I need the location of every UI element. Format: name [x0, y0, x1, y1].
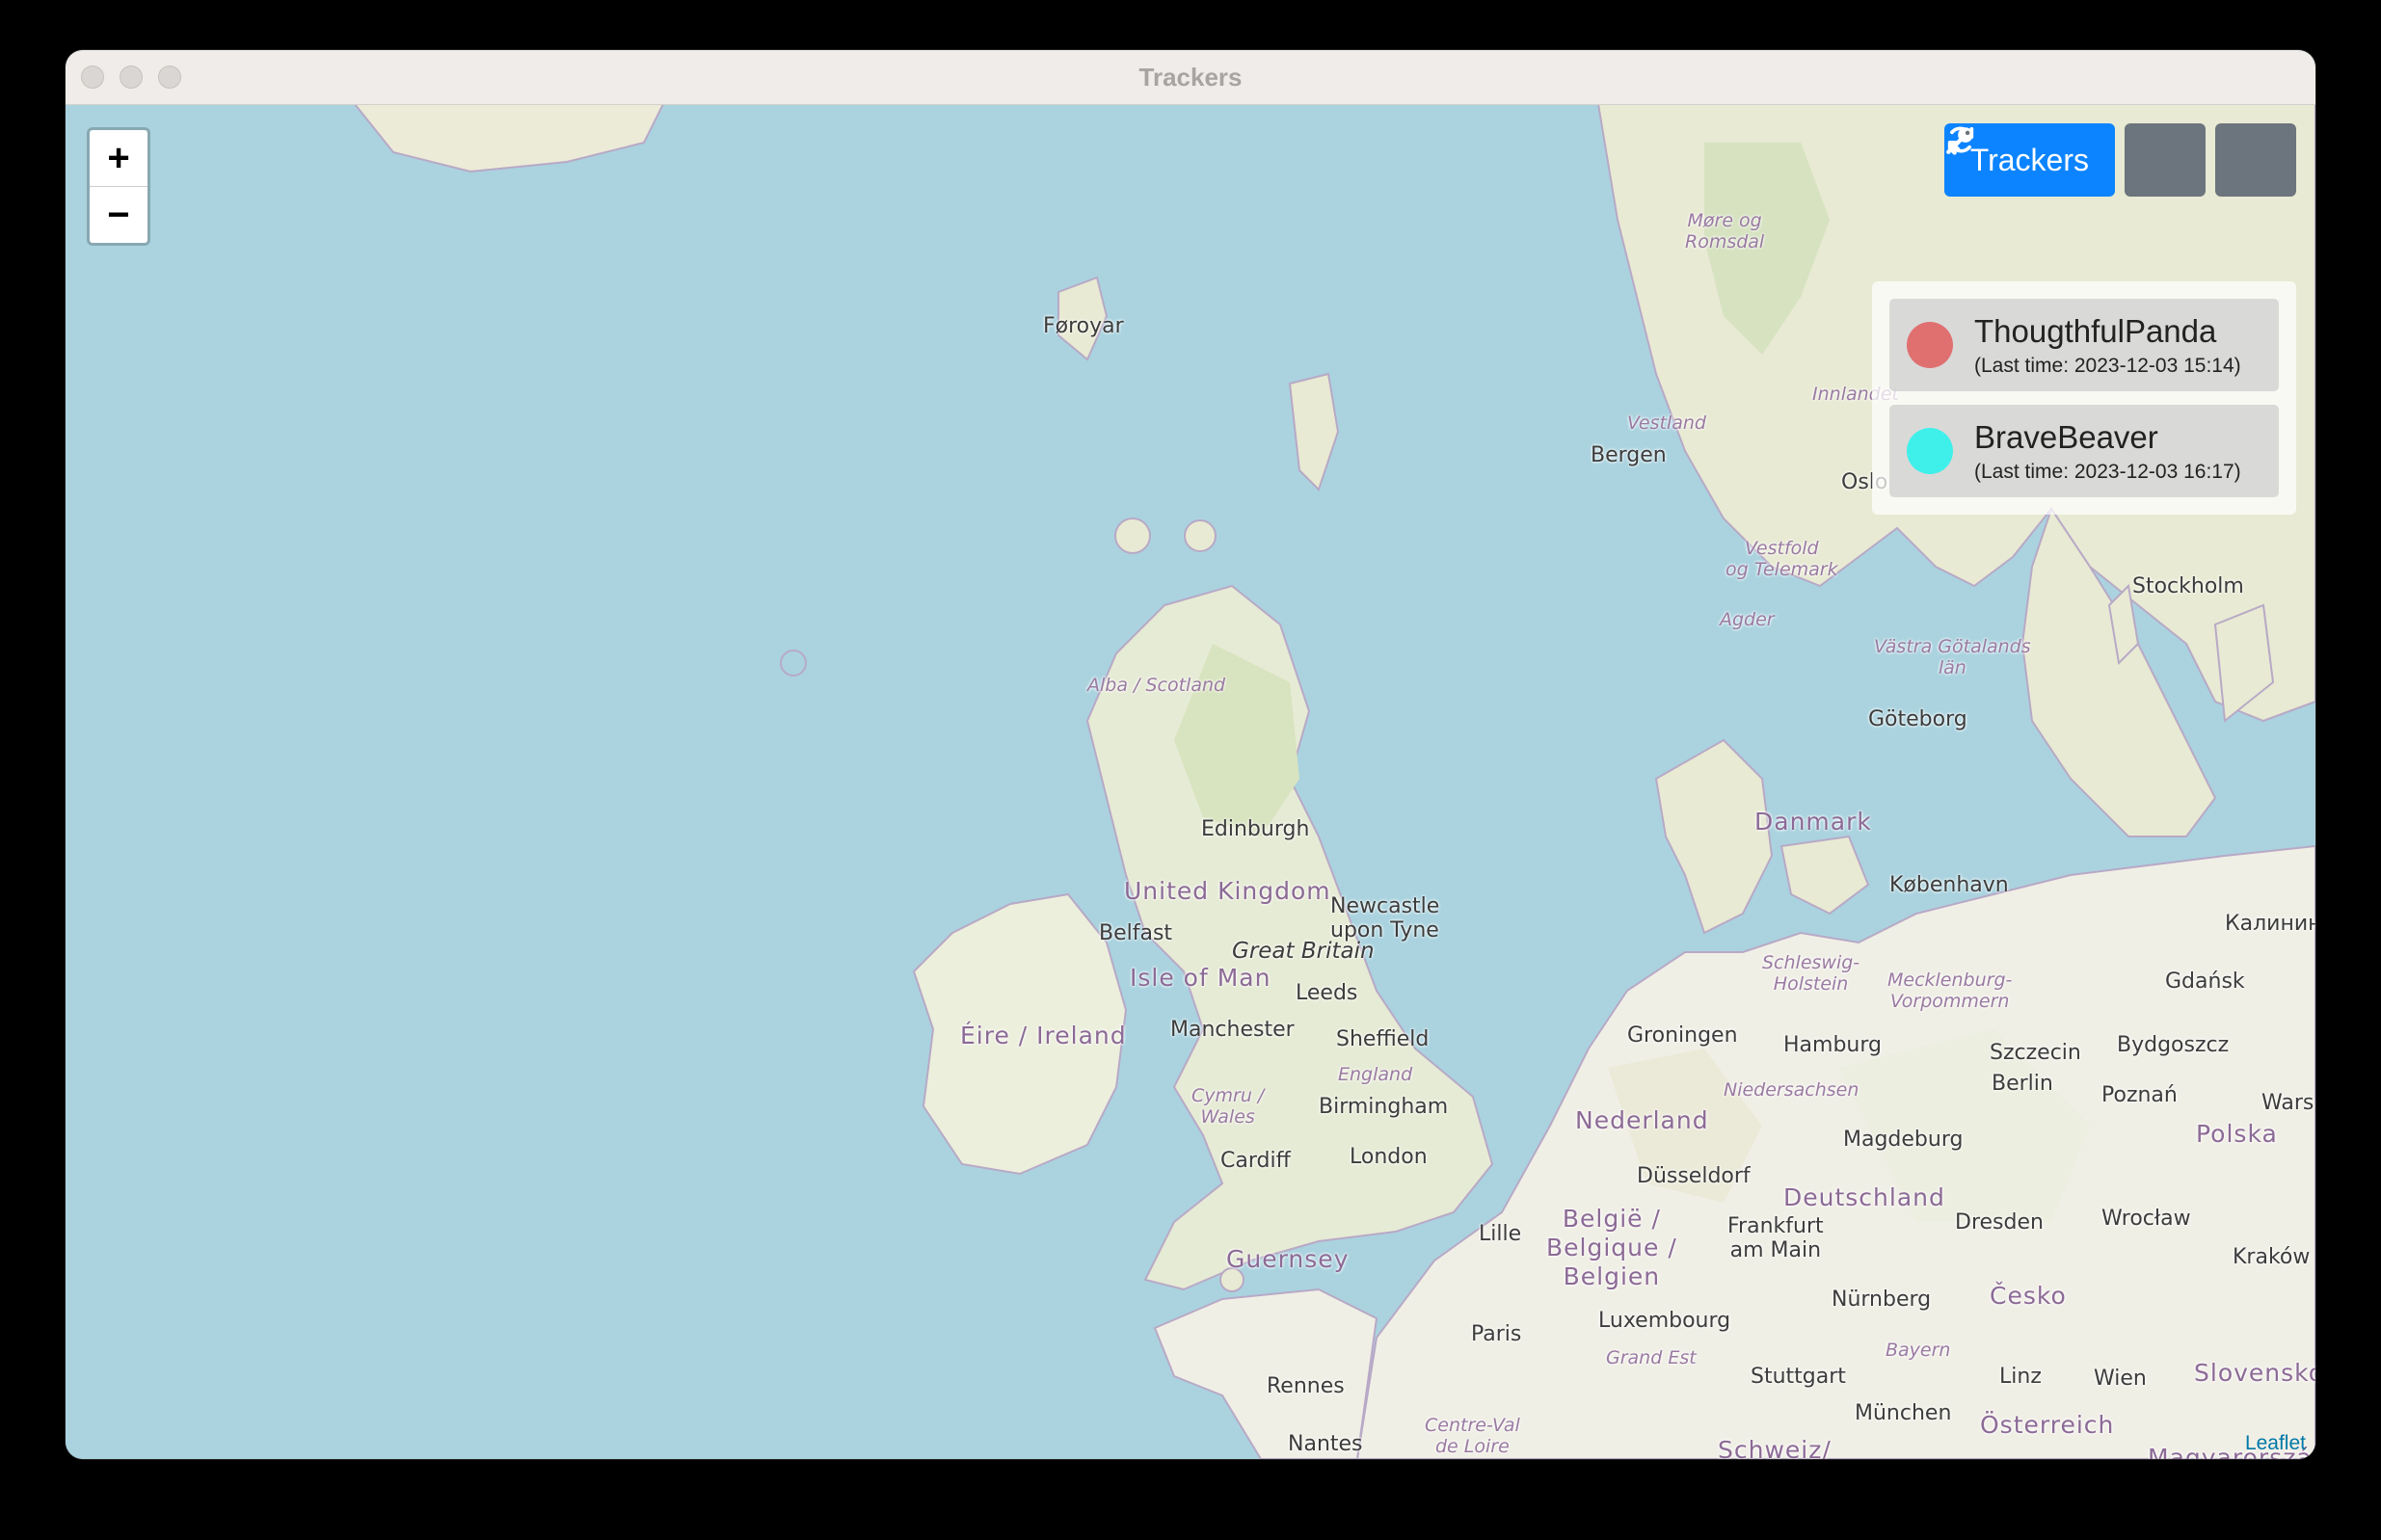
map-label-polska: Polska: [2196, 1120, 2278, 1148]
title-bar: Trackers: [66, 50, 2315, 105]
map-label-cesko: Česko: [1990, 1282, 2067, 1310]
map-label-sheffield: Sheffield: [1336, 1027, 1430, 1051]
map-label-stuttgart: Stuttgart: [1751, 1365, 1846, 1389]
map-label-vastra: Västra Götalands län: [1874, 636, 2031, 678]
map-label-leeds: Leeds: [1296, 981, 1358, 1005]
map-label-niedersachsen: Niedersachsen: [1724, 1079, 1859, 1101]
map-label-wien: Wien: [2094, 1367, 2147, 1391]
zoom-out-button[interactable]: −: [90, 186, 147, 243]
refresh-button[interactable]: [1947, 123, 2206, 197]
map-label-isle-of-man: Isle of Man: [1130, 964, 1271, 992]
map-label-grand-est: Grand Est: [1606, 1347, 1697, 1368]
map-label-szczecin: Szczecin: [1990, 1041, 2081, 1065]
map-label-hamburg: Hamburg: [1783, 1033, 1882, 1057]
map-label-bergen: Bergen: [1591, 443, 1667, 467]
map-label-deutschland: Deutschland: [1783, 1183, 1945, 1211]
map-label-schleswig: Schleswig- Holstein: [1762, 952, 1860, 995]
map-label-vestfold: Vestfold og Telemark: [1726, 538, 1838, 580]
map-label-kobenhavn: København: [1889, 873, 2009, 897]
tracker-name: ThougthfulPanda: [1974, 313, 2217, 349]
tracker-color-dot: [1907, 322, 1953, 368]
map-label-osterreich: Österreich: [1980, 1411, 2115, 1439]
map-label-belgie: België / Belgique / Belgien: [1546, 1205, 1677, 1290]
window-title: Trackers: [1138, 63, 1243, 92]
map-label-paris: Paris: [1471, 1322, 1522, 1346]
map-label-rennes: Rennes: [1267, 1374, 1345, 1398]
map-label-birmingham: Birmingham: [1319, 1095, 1449, 1119]
map-label-slovensko: Slovensko: [2194, 1359, 2315, 1387]
map-label-wars: Wars: [2261, 1091, 2314, 1115]
tracker-color-dot: [1907, 428, 1953, 474]
map-label-goteborg: Göteborg: [1868, 707, 1967, 731]
map-label-gb: Great Britain: [1232, 939, 1375, 964]
map-label-gdansk: Gdańsk: [2165, 969, 2245, 994]
map-label-belfast: Belfast: [1099, 921, 1173, 945]
map-label-wroclaw: Wrocław: [2101, 1207, 2191, 1231]
map-label-scotland: Alba / Scotland: [1087, 675, 1226, 696]
map-label-vestland: Vestland: [1627, 412, 1706, 434]
map-label-bayern: Bayern: [1886, 1340, 1951, 1361]
map-label-bydgoszcz: Bydgoszcz: [2117, 1033, 2230, 1057]
map-label-munchen: München: [1855, 1401, 1952, 1425]
map-label-krakow: Kraków: [2233, 1245, 2311, 1269]
map-label-nederland: Nederland: [1575, 1106, 1709, 1134]
map-toolbar: Trackers: [1943, 123, 2296, 197]
map-label-schweiz: Schweiz/ Suisse/Svizzera/: [1718, 1436, 1832, 1459]
tracker-name: BraveBeaver: [1974, 419, 2158, 455]
map-label-kalinin: Калинин: [2225, 912, 2315, 936]
map-label-agder: Agder: [1720, 609, 1775, 630]
map-label-nurnberg: Nürnberg: [1832, 1288, 1932, 1312]
map-label-danmark: Danmark: [1754, 808, 1872, 836]
map-label-england: England: [1338, 1064, 1413, 1085]
map-label-lille: Lille: [1479, 1222, 1522, 1246]
map-label-uk: United Kingdom: [1124, 877, 1331, 905]
map-view[interactable]: Føroyar Møre og Romsdal Vestland Innland…: [66, 104, 2315, 1459]
app-window: Trackers Føroyar Møre og Romsdal Vestlan…: [66, 50, 2315, 1459]
map-label-newcastle: Newcastle upon Tyne: [1330, 894, 1440, 943]
tracker-item-1[interactable]: BraveBeaver (Last time: 2023-12-03 16:17…: [1889, 405, 2279, 497]
map-label-manchester: Manchester: [1170, 1018, 1295, 1042]
map-label-wales: Cymru / Wales: [1191, 1085, 1265, 1128]
map-label-more: Møre og Romsdal: [1685, 210, 1765, 252]
map-label-cardiff: Cardiff: [1220, 1149, 1291, 1173]
map-label-frankfurt: Frankfurt am Main: [1727, 1214, 1824, 1262]
map-label-faroe: Føroyar: [1043, 314, 1124, 338]
map-label-linz: Linz: [1999, 1365, 2042, 1389]
map-label-luxembourg: Luxembourg: [1598, 1309, 1731, 1333]
key-icon: [1945, 127, 1973, 155]
tracker-last-time: (Last time: 2023-12-03 16:17): [1974, 461, 2241, 483]
key-button[interactable]: [1945, 123, 2296, 197]
tracker-item-0[interactable]: ThougthfulPanda (Last time: 2023-12-03 1…: [1889, 299, 2279, 391]
leaflet-attribution-link[interactable]: Leaflet: [2245, 1432, 2306, 1455]
zoom-control: + −: [87, 127, 150, 246]
tracker-last-time: (Last time: 2023-12-03 15:14): [1974, 355, 2241, 377]
tracker-list-panel: ThougthfulPanda (Last time: 2023-12-03 1…: [1872, 281, 2296, 515]
map-label-centre: Centre-Val de Loire: [1425, 1415, 1520, 1457]
map-label-nantes: Nantes: [1288, 1432, 1363, 1456]
map-label-mecklenburg: Mecklenburg- Vorpommern: [1887, 969, 2013, 1012]
map-label-dresden: Dresden: [1955, 1210, 2044, 1235]
map-label-dusseldorf: Düsseldorf: [1637, 1164, 1751, 1188]
map-label-ireland: Éire / Ireland: [960, 1022, 1127, 1049]
map-label-stockholm: Stockholm: [2132, 574, 2244, 598]
map-label-magdeburg: Magdeburg: [1843, 1128, 1964, 1152]
map-label-poznan: Poznań: [2101, 1083, 2178, 1107]
zoom-in-button[interactable]: +: [90, 130, 147, 186]
map-label-guernsey: Guernsey: [1226, 1245, 1350, 1273]
map-label-edinburgh: Edinburgh: [1201, 817, 1310, 841]
map-label-london: London: [1350, 1145, 1428, 1169]
map-label-berlin: Berlin: [1992, 1072, 2053, 1096]
map-label-groningen: Groningen: [1627, 1023, 1738, 1048]
